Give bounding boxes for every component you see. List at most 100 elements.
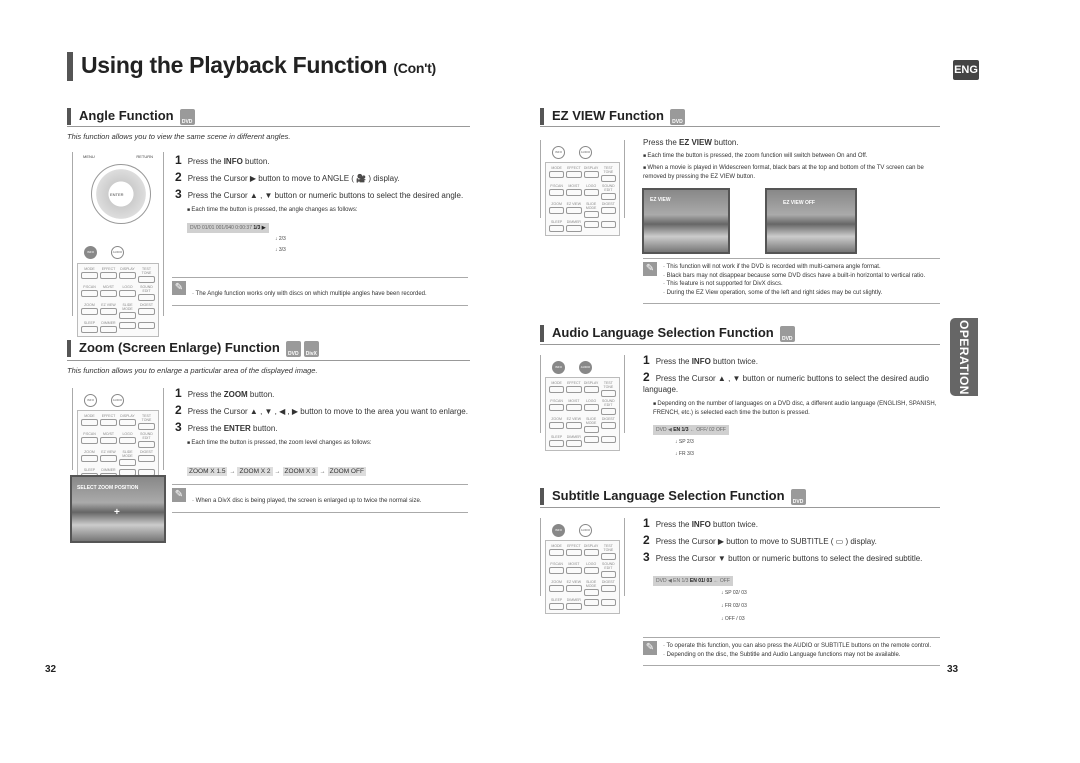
remote-key: MODE	[549, 544, 565, 560]
remote-key: ZOOM	[81, 450, 98, 466]
subtitle-sequence: ↓ SP 02/ 03 ↓ FR 03/ 03 ↓ OFF / 03	[721, 590, 747, 622]
pencil-note-icon: ✎	[172, 488, 186, 502]
remote-key: SLEEP	[549, 598, 565, 610]
remote-key: LOGO	[583, 562, 599, 578]
remote-key: DIMMER	[566, 220, 582, 232]
angle-osd-bar: DVD 01/01 001/040 0:00:37 1/3 ▶	[187, 223, 269, 233]
step-2: 2 Press the Cursor ▶ button to move to SU…	[643, 533, 877, 547]
divider	[67, 126, 470, 127]
remote-key: SLIDE MODE	[119, 303, 136, 319]
remote-key: MO/ST	[566, 562, 582, 578]
angle-note: ✎ · The Angle function works only with di…	[172, 277, 468, 306]
remote-key: EZ VIEW	[566, 417, 582, 433]
remote-key: DIGEST	[600, 580, 616, 596]
remote-key: TEST TONE	[600, 381, 616, 397]
remote-key: P.SCAN	[81, 285, 98, 301]
remote-key	[138, 321, 155, 333]
zoom-description: This function allows you to enlarge a pa…	[67, 366, 318, 375]
remote-key: LOGO	[119, 285, 136, 301]
angle-description: This function allows you to view the sam…	[67, 132, 291, 141]
dvd-disc-icon: DVD	[285, 340, 301, 357]
ezview-heading: EZ VIEW Function DVD	[540, 108, 685, 125]
divider	[540, 507, 940, 508]
dvd-disc-icon: DVD	[779, 325, 795, 342]
pencil-note-icon: ✎	[643, 262, 657, 276]
remote-key: DISPLAY	[583, 166, 599, 182]
zoom-note: ✎ · When a DivX disc is being played, the…	[172, 484, 468, 513]
ezview-off-screen: EZ VIEW OFF	[765, 188, 857, 254]
angle-heading: Angle Function DVD	[67, 108, 195, 125]
remote-key: MODE	[81, 414, 98, 430]
page-title: Using the Playback Function (Con't)	[67, 52, 436, 81]
audio-heading: Audio Language Selection Function DVD	[540, 325, 795, 342]
pencil-note-icon: ✎	[643, 641, 657, 655]
remote-key: SLIDE MODE	[583, 202, 599, 218]
remote-key: MO/ST	[100, 432, 117, 448]
remote-key: EFFECT	[100, 414, 117, 430]
step-3: 3 Press the Cursor ▼ button or numeric bu…	[643, 550, 923, 564]
step-2: 2 Press the Cursor ▲ , ▼ , ◀ , ▶ button t…	[175, 403, 468, 417]
remote-key: EZ VIEW	[566, 580, 582, 596]
remote-key: DIMMER	[100, 321, 117, 333]
remote-key: SOUND EDIT	[600, 184, 616, 200]
divider	[540, 126, 940, 127]
dvd-disc-icon: DVD	[179, 108, 195, 125]
remote-key: TEST TONE	[138, 267, 155, 283]
step-2: 2 Press the Cursor ▲ , ▼ button or numeri…	[643, 370, 929, 394]
remote-illustration: INFO AUDIO MODE EFFECT DISPLAY TEST TONE P.SC…	[540, 518, 625, 614]
remote-key: TEST TONE	[600, 166, 616, 182]
zoom-heading: Zoom (Screen Enlarge) Function DVD DivX	[67, 340, 319, 357]
remote-key: SLIDE MODE	[119, 450, 136, 466]
remote-key: SLEEP	[549, 435, 565, 447]
remote-key: SOUND EDIT	[600, 562, 616, 578]
remote-key: MO/ST	[566, 184, 582, 200]
remote-key: DIGEST	[138, 303, 155, 319]
remote-key	[600, 220, 616, 232]
remote-key: DISPLAY	[583, 381, 599, 397]
remote-key: DISPLAY	[583, 544, 599, 560]
step-2: 2 Press the Cursor ▶ button to move to AN…	[175, 170, 400, 184]
section-tab: OPERATION	[950, 318, 978, 396]
remote-key: DIMMER	[566, 598, 582, 610]
pencil-note-icon: ✎	[172, 281, 186, 295]
remote-key: LOGO	[119, 432, 136, 448]
remote-key	[583, 220, 599, 232]
remote-key: DIGEST	[600, 202, 616, 218]
remote-key: SOUND EDIT	[600, 399, 616, 415]
divider	[540, 344, 940, 345]
remote-key: SOUND EDIT	[138, 432, 155, 448]
step-3: 3 Press the ENTER button.	[175, 420, 278, 434]
step-1: 1 Press the INFO button twice.	[643, 353, 758, 367]
remote-key: P.SCAN	[549, 562, 565, 578]
zoom-levels: ZOOM X 1.5 → ZOOM X 2 → ZOOM X 3 → ZOOM OFF	[187, 467, 366, 476]
page-number-left: 32	[45, 664, 57, 675]
remote-key: EZ VIEW	[100, 303, 117, 319]
remote-key: SOUND EDIT	[138, 285, 155, 301]
remote-illustration: MENU RETURN ENTER INFO AUDIO MODE EFFECT DI…	[72, 152, 164, 337]
remote-key: P.SCAN	[549, 399, 565, 415]
remote-key: EFFECT	[566, 544, 582, 560]
remote-key	[600, 435, 616, 447]
remote-key: DIGEST	[600, 417, 616, 433]
divx-disc-icon: DivX	[303, 340, 319, 357]
divider	[67, 360, 470, 361]
dvd-disc-icon: DVD	[669, 108, 685, 125]
subtitle-osd-bar: DVD ◀ EN 1/3 EN 01/ 03 ← OFF	[653, 576, 733, 586]
remote-key	[583, 435, 599, 447]
remote-key: SLEEP	[549, 220, 565, 232]
remote-key: ZOOM	[81, 303, 98, 319]
remote-key: EZ VIEW	[100, 450, 117, 466]
remote-key	[119, 321, 136, 333]
step-3: 3 Press the Cursor ▲ , ▼ button or numeri…	[175, 187, 464, 201]
remote-key: MODE	[549, 381, 565, 397]
remote-key: MO/ST	[100, 285, 117, 301]
remote-key: LOGO	[583, 399, 599, 415]
remote-key: EFFECT	[566, 381, 582, 397]
remote-key: TEST TONE	[138, 414, 155, 430]
remote-key: SLIDE MODE	[583, 580, 599, 596]
audio-sequence: ↓ SP 2/3 ↓ FR 3/3	[675, 439, 694, 457]
remote-key: P.SCAN	[549, 184, 565, 200]
remote-key: LOGO	[583, 184, 599, 200]
remote-key: MO/ST	[566, 399, 582, 415]
step-1: 1 Press the INFO button twice.	[643, 516, 758, 530]
